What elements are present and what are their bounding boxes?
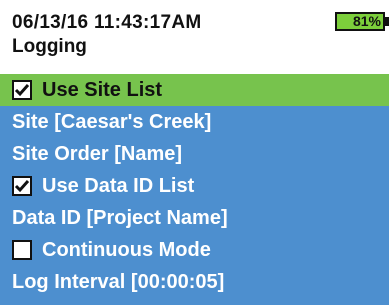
menu-item-site[interactable]: Site [Caesar's Creek] (0, 106, 389, 138)
menu-item-label: Log Interval [00:00:05] (12, 270, 225, 293)
checkbox-unchecked-icon[interactable] (12, 240, 32, 260)
checkbox-checked-icon[interactable] (12, 80, 32, 100)
menu-item-site-order[interactable]: Site Order [Name] (0, 138, 389, 170)
battery-indicator: 81% (335, 12, 385, 31)
battery-tip-icon (385, 17, 389, 26)
page-title: Logging (12, 36, 87, 57)
menu-item-use-site-list[interactable]: Use Site List (0, 74, 389, 106)
menu-item-data-id[interactable]: Data ID [Project Name] (0, 202, 389, 234)
menu-item-log-interval[interactable]: Log Interval [00:00:05] (0, 266, 389, 298)
date-time: 06/13/16 11:43:17AM (12, 12, 202, 33)
checkbox-checked-icon[interactable] (12, 176, 32, 196)
menu-item-label: Continuous Mode (42, 238, 211, 261)
menu-item-continuous-mode[interactable]: Continuous Mode (0, 234, 389, 266)
logging-screen: 06/13/16 11:43:17AM 81% Logging Use Site… (0, 0, 389, 305)
menu-item-label: Site Order [Name] (12, 142, 183, 165)
menu-item-label: Site [Caesar's Creek] (12, 110, 212, 133)
logging-menu: Use Site List Site [Caesar's Creek] Site… (0, 74, 389, 305)
menu-item-label: Use Site List (42, 78, 163, 101)
menu-item-use-data-id-list[interactable]: Use Data ID List (0, 170, 389, 202)
menu-item-label: Data ID [Project Name] (12, 206, 228, 229)
status-bar: 06/13/16 11:43:17AM 81% Logging (0, 0, 389, 57)
menu-item-label: Use Data ID List (42, 174, 195, 197)
battery-percent: 81% (352, 13, 381, 29)
